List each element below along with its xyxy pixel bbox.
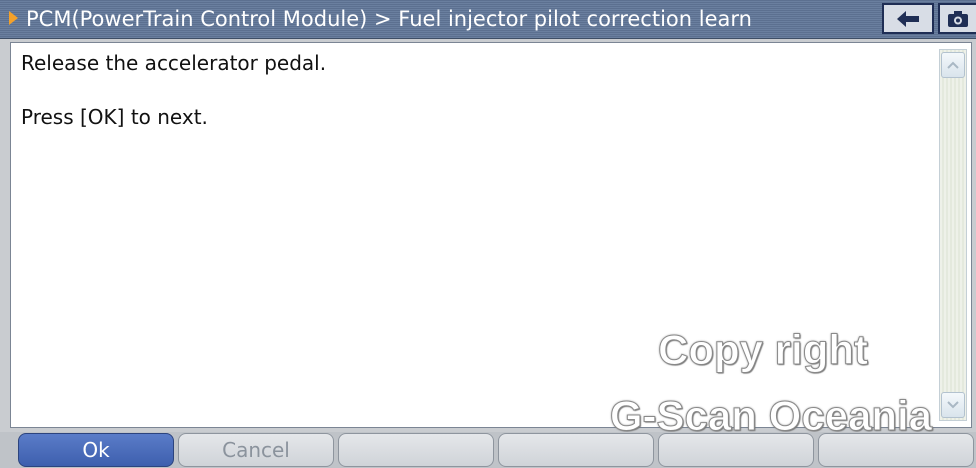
- page-title: PCM(PowerTrain Control Module) > Fuel in…: [26, 7, 752, 31]
- back-arrow-icon: [897, 10, 919, 27]
- capture-button[interactable]: [938, 3, 976, 34]
- chevron-up-icon: [947, 61, 959, 69]
- chevron-down-icon: [947, 401, 959, 409]
- function-button-6[interactable]: [818, 433, 974, 467]
- function-button-5[interactable]: [658, 433, 814, 467]
- scroll-up-button[interactable]: [941, 52, 965, 78]
- back-button[interactable]: [882, 3, 934, 34]
- cancel-button[interactable]: Cancel: [178, 433, 334, 467]
- title-arrow-icon: [9, 11, 18, 25]
- camera-icon: [948, 10, 968, 27]
- ok-button[interactable]: Ok: [18, 433, 174, 467]
- function-key-bar: Ok Cancel: [0, 432, 976, 468]
- scroll-down-button[interactable]: [941, 392, 965, 418]
- title-bar: PCM(PowerTrain Control Module) > Fuel in…: [0, 0, 976, 39]
- instruction-text: Release the accelerator pedal.: [21, 51, 327, 75]
- function-button-4[interactable]: [498, 433, 654, 467]
- prompt-text: Press [OK] to next.: [21, 105, 208, 129]
- vertical-scrollbar[interactable]: [939, 49, 967, 421]
- function-button-3[interactable]: [338, 433, 494, 467]
- message-panel: Release the accelerator pedal. Press [OK…: [10, 42, 972, 428]
